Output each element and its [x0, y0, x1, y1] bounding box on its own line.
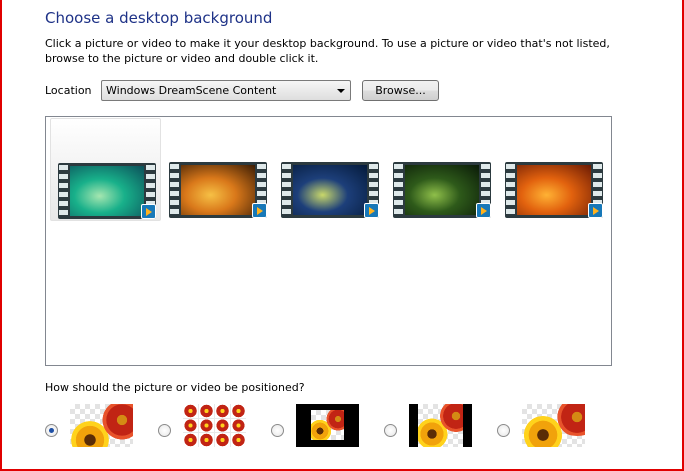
video-thumbnail-image [169, 162, 267, 218]
fill-preview-image [70, 404, 133, 447]
video-thumbnail-image [505, 162, 603, 218]
video-thumbnail-3[interactable] [274, 118, 385, 221]
play-icon [588, 203, 603, 218]
position-question: How should the picture or video be posit… [45, 381, 305, 394]
video-thumbnail-1[interactable] [50, 118, 161, 221]
position-radio-center[interactable] [271, 424, 284, 437]
page-title: Choose a desktop background [45, 9, 273, 27]
chevron-down-icon [337, 89, 345, 93]
stretch-preview-image [522, 404, 585, 447]
position-radio-fill[interactable] [45, 424, 58, 437]
instructions-text: Click a picture or video to make it your… [45, 37, 610, 65]
browse-button[interactable]: Browse... [362, 80, 439, 101]
center-preview-image [296, 404, 359, 447]
play-icon [476, 203, 491, 218]
video-thumbnail-image [393, 162, 491, 218]
position-radio-tile[interactable] [158, 424, 171, 437]
play-icon [364, 203, 379, 218]
video-thumbnail-image [58, 163, 156, 219]
video-thumbnail-image [281, 162, 379, 218]
tile-preview-image [183, 404, 246, 447]
play-icon [141, 204, 156, 219]
location-dropdown-value: Windows DreamScene Content [106, 84, 277, 97]
video-thumbnail-5[interactable] [498, 118, 609, 221]
video-gallery[interactable] [45, 116, 612, 366]
video-thumbnail-4[interactable] [386, 118, 497, 221]
position-radio-stretch[interactable] [497, 424, 510, 437]
play-icon [252, 203, 267, 218]
position-radio-fit[interactable] [384, 424, 397, 437]
video-thumbnail-2[interactable] [162, 118, 273, 221]
fit-preview-image [409, 404, 472, 447]
location-label: Location [45, 84, 92, 97]
location-dropdown[interactable]: Windows DreamScene Content [101, 80, 351, 101]
